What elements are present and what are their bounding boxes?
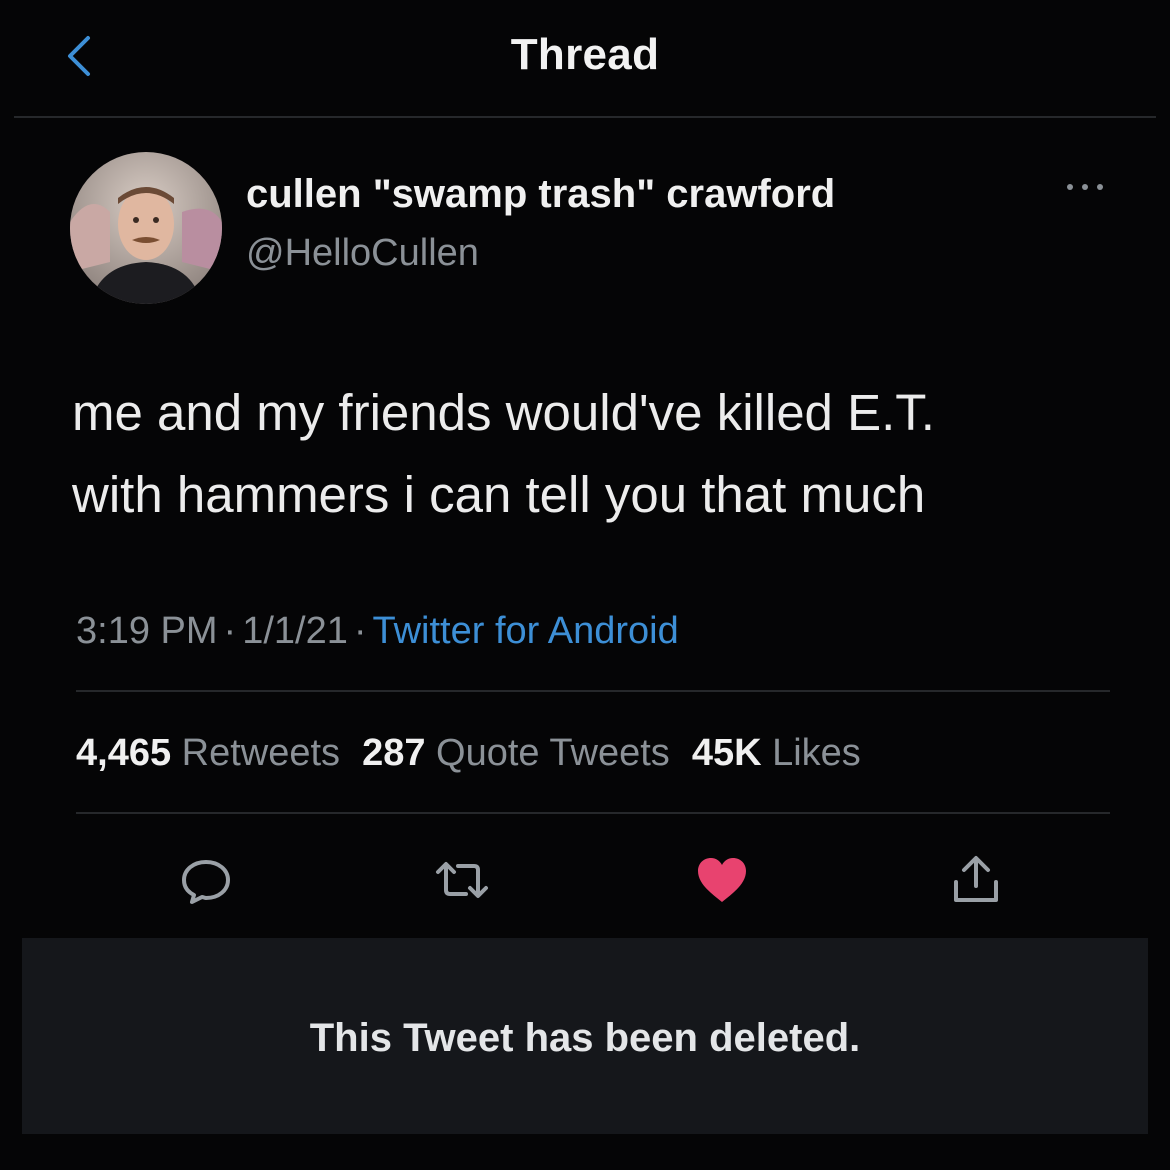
tweet-text: me and my friends would've killed E.T. w… [72,372,1132,536]
deleted-tweet-notice: This Tweet has been deleted. [22,938,1148,1134]
meta-divider [76,690,1110,692]
tweet-time: 3:19 PM [76,610,218,652]
deleted-tweet-text: This Tweet has been deleted. [309,1016,861,1060]
avatar[interactable] [70,152,222,304]
tweet-date: 1/1/21 [242,610,348,652]
share-button[interactable] [946,852,1006,908]
stats-divider [76,812,1110,814]
heart-filled-icon [698,858,746,902]
quote-tweets-count: 287 [362,732,426,774]
tweet-meta: 3:19 PM · 1/1/21 · Twitter for Android [76,610,679,653]
retweets-count: 4,465 [76,732,172,774]
more-options-button[interactable] [1060,172,1110,202]
thread-screen: Thread cullen "swamp trash" crawford @He… [0,0,1170,1170]
quote-tweets-label: Quote Tweets [436,732,670,774]
likes-count: 45K [691,732,762,774]
quote-tweets-stat[interactable]: 287 Quote Tweets [362,732,670,775]
reply-icon [182,860,230,904]
tweet-text-line: me and my friends would've killed E.T. [72,384,935,441]
retweet-icon [436,862,488,898]
author-handle[interactable]: @HelloCullen [246,232,479,275]
meta-separator: · [353,610,367,652]
author-name[interactable]: cullen "swamp trash" crawford [246,172,835,217]
retweet-button[interactable] [432,852,492,908]
top-header: Thread [0,0,1170,118]
header-divider [14,116,1156,118]
tweet-stats: 4,465 Retweets 287 Quote Tweets 45K Likes [76,732,883,775]
share-icon [954,856,998,902]
likes-stat[interactable]: 45K Likes [692,732,861,775]
tweet-text-line: with hammers i can tell you that much [72,466,926,523]
like-button[interactable] [692,852,752,908]
retweets-label: Retweets [181,732,341,774]
reply-button[interactable] [176,852,236,908]
retweets-stat[interactable]: 4,465 Retweets [76,732,340,775]
page-title: Thread [510,30,660,79]
likes-label: Likes [772,732,861,774]
profile-photo [70,152,222,304]
meta-separator: · [223,610,237,652]
tweet-source-link[interactable]: Twitter for Android [373,610,679,652]
more-horizontal-icon [1067,184,1103,190]
